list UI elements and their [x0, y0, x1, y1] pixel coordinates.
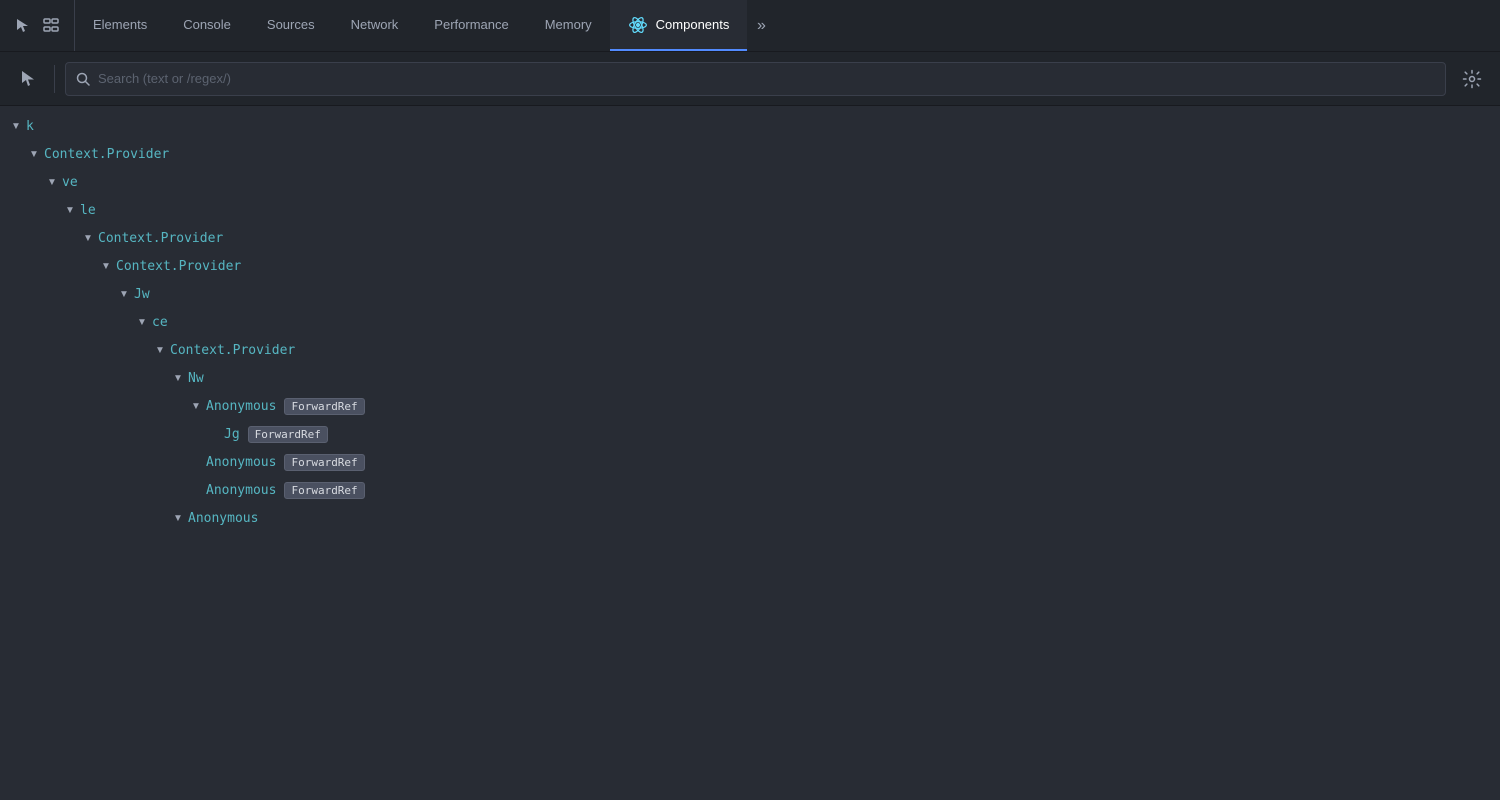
tree-label: Anonymous [206, 483, 276, 498]
tree-arrow[interactable] [8, 118, 24, 134]
tab-bar: Elements Console Sources Network Perform… [0, 0, 1500, 52]
tree-label: Anonymous [206, 399, 276, 414]
tree-node[interactable]: Context.Provider [0, 336, 1500, 364]
tree-label: ve [62, 175, 78, 190]
tree-node[interactable]: Context.Provider [0, 224, 1500, 252]
inspect-element-icon[interactable] [40, 15, 62, 37]
tree-node[interactable]: Context.Provider [0, 140, 1500, 168]
tree-node[interactable]: Context.Provider [0, 252, 1500, 280]
tree-node[interactable]: ve [0, 168, 1500, 196]
tab-sources[interactable]: Sources [249, 0, 333, 51]
tab-network[interactable]: Network [333, 0, 417, 51]
tree-arrow[interactable] [26, 146, 42, 162]
toolbar-divider [54, 65, 55, 93]
search-container [65, 62, 1446, 96]
tree-label: Context.Provider [116, 259, 241, 274]
search-input[interactable] [98, 71, 1435, 86]
tree-arrow[interactable] [98, 258, 114, 274]
forward-ref-badge: ForwardRef [284, 398, 364, 415]
tab-performance[interactable]: Performance [416, 0, 526, 51]
tree-label: Jg [224, 427, 240, 442]
tree-node[interactable]: Anonymous ForwardRef [0, 392, 1500, 420]
tree-node[interactable]: Anonymous [0, 504, 1500, 532]
tree-label: le [80, 203, 96, 218]
cursor-icon[interactable] [12, 15, 34, 37]
tab-memory[interactable]: Memory [527, 0, 610, 51]
forward-ref-badge: ForwardRef [284, 454, 364, 471]
forward-ref-badge: ForwardRef [248, 426, 328, 443]
tree-arrow[interactable] [170, 510, 186, 526]
tree-arrow[interactable] [44, 174, 60, 190]
tree-arrow[interactable] [116, 286, 132, 302]
tree-label: Context.Provider [170, 343, 295, 358]
tree-label: Anonymous [206, 455, 276, 470]
tree-label: Context.Provider [44, 147, 169, 162]
tree-arrow[interactable] [152, 342, 168, 358]
tree-label: Jw [134, 287, 150, 302]
tree-node[interactable]: Jg ForwardRef [0, 420, 1500, 448]
tab-elements[interactable]: Elements [75, 0, 165, 51]
tree-node[interactable]: Anonymous ForwardRef [0, 476, 1500, 504]
settings-button[interactable] [1456, 63, 1488, 95]
tree-arrow[interactable] [170, 370, 186, 386]
more-tabs-button[interactable]: » [747, 0, 775, 51]
tree-label: Anonymous [188, 511, 258, 526]
toolbar [0, 52, 1500, 106]
tree-node[interactable]: Anonymous ForwardRef [0, 448, 1500, 476]
tree-arrow[interactable] [134, 314, 150, 330]
tree-label: Nw [188, 371, 204, 386]
tree-arrow[interactable] [80, 230, 96, 246]
devtools-icons [4, 0, 75, 51]
tab-components[interactable]: Components [610, 0, 748, 51]
tree-arrow[interactable] [188, 398, 204, 414]
tree-label: k [26, 119, 34, 134]
tree-node[interactable]: ce [0, 308, 1500, 336]
tree-node[interactable]: Nw [0, 364, 1500, 392]
tree-label: ce [152, 315, 168, 330]
component-tree: kContext.ProviderveleContext.ProviderCon… [0, 106, 1500, 800]
tree-node[interactable]: k [0, 112, 1500, 140]
tree-node[interactable]: le [0, 196, 1500, 224]
tree-node[interactable]: Jw [0, 280, 1500, 308]
inspect-button[interactable] [12, 63, 44, 95]
search-icon [76, 72, 90, 86]
forward-ref-badge: ForwardRef [284, 482, 364, 499]
tree-arrow[interactable] [62, 202, 78, 218]
tree-label: Context.Provider [98, 231, 223, 246]
tab-console[interactable]: Console [165, 0, 249, 51]
